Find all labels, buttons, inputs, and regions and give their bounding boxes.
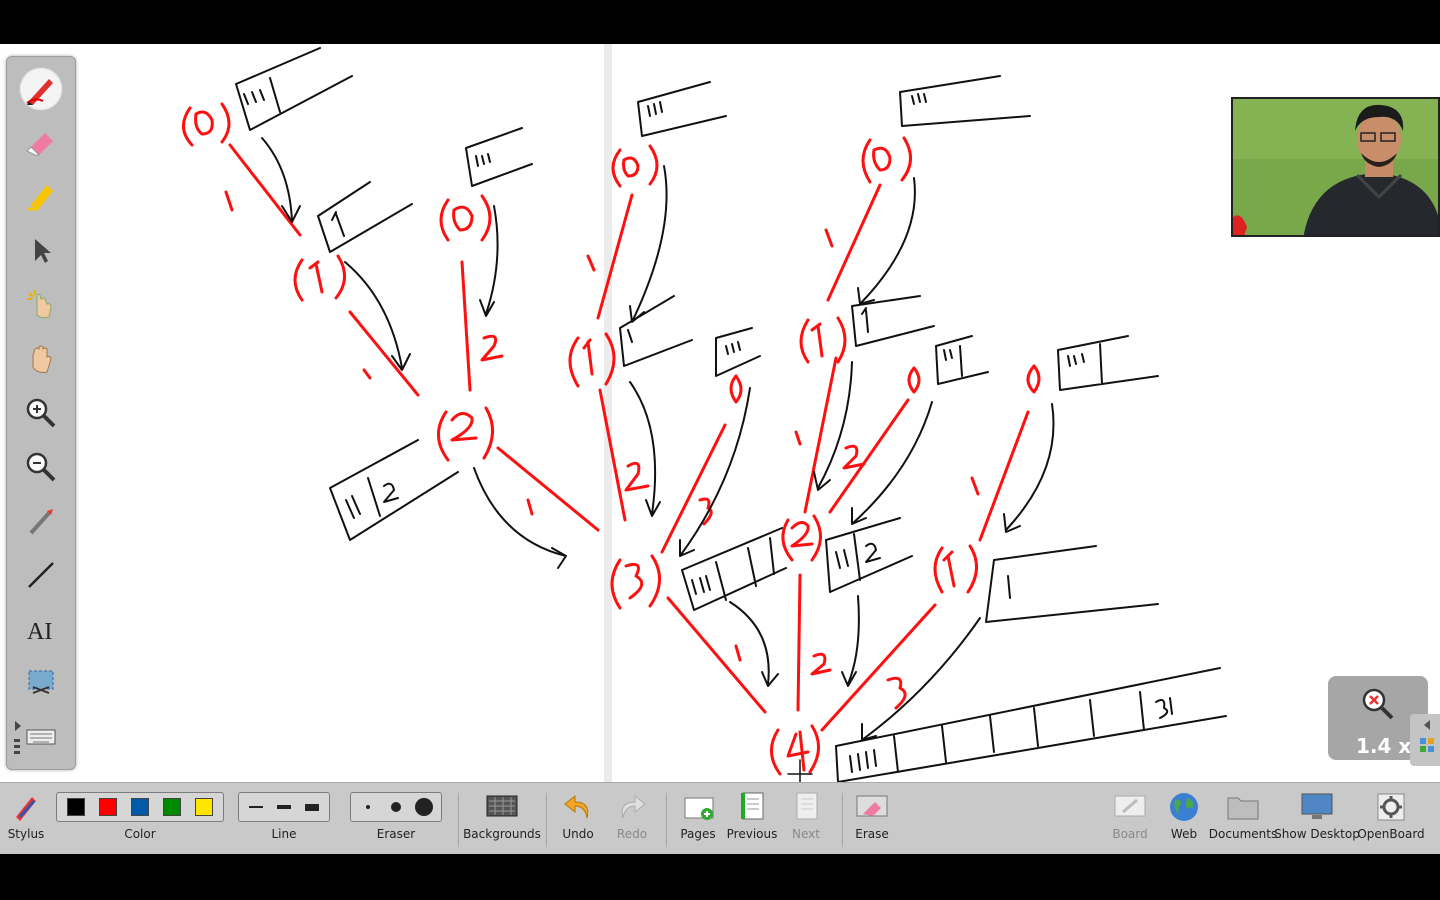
- stylus-button[interactable]: Stylus: [6, 787, 46, 849]
- color-swatch-4[interactable]: [163, 798, 181, 816]
- pen-icon: [26, 79, 53, 105]
- line-label: Line: [271, 827, 297, 841]
- stylus-icon: [16, 797, 36, 821]
- highlighter-tool[interactable]: [19, 175, 63, 219]
- pages-button[interactable]: Pages: [676, 787, 720, 849]
- selector-tool[interactable]: [19, 229, 63, 273]
- red-edge-labels: [224, 190, 980, 710]
- svg-text:AI: AI: [27, 619, 52, 645]
- line-tool[interactable]: [19, 553, 63, 597]
- zoom-level-text: 1.4 x: [1356, 734, 1412, 758]
- next-button[interactable]: Next: [786, 787, 826, 849]
- capture-icon: [28, 670, 54, 694]
- pan-tool[interactable]: [19, 337, 63, 381]
- undo-label: Undo: [562, 827, 594, 841]
- show-desktop-button[interactable]: Show Desktop: [1274, 787, 1360, 849]
- webcam-video: [1231, 97, 1440, 237]
- text-tool[interactable]: AI: [19, 607, 63, 651]
- eraser-small-button[interactable]: [354, 793, 382, 821]
- openboard-menu-button[interactable]: OpenBoard: [1357, 787, 1425, 849]
- eraser-label: Eraser: [376, 827, 416, 841]
- eraser-size-group: Eraser: [350, 787, 442, 849]
- zoom-in-tool[interactable]: [19, 391, 63, 435]
- line-width-options: [238, 792, 330, 822]
- text-icon: AI: [27, 619, 52, 645]
- pages-label: Pages: [680, 827, 716, 841]
- zoom-out-tool[interactable]: [19, 445, 63, 489]
- board-label: Board: [1112, 827, 1148, 841]
- top-black-bar: [0, 0, 1440, 44]
- documents-label: Documents: [1208, 827, 1278, 841]
- redo-label: Redo: [616, 827, 648, 841]
- line-icon: [28, 562, 54, 588]
- redo-button[interactable]: Redo: [612, 787, 652, 849]
- redo-icon: [621, 794, 646, 819]
- eraser-medium-button[interactable]: [382, 793, 410, 821]
- bottom-black-bar: [0, 854, 1440, 900]
- laser-tool[interactable]: [19, 499, 63, 543]
- globe-icon: [1170, 793, 1198, 821]
- openboard-label: OpenBoard: [1357, 827, 1425, 841]
- color-label: Color: [124, 827, 156, 841]
- previous-button[interactable]: Previous: [726, 787, 778, 849]
- erase-button[interactable]: Erase: [852, 787, 892, 849]
- color-swatch-3[interactable]: [131, 798, 149, 816]
- zoom-out-icon: [26, 452, 56, 482]
- arrow-pointer-icon: [35, 239, 51, 263]
- hand-icon: [32, 345, 52, 373]
- line-thin-button[interactable]: [242, 793, 270, 821]
- board-button[interactable]: Board: [1110, 787, 1150, 849]
- undo-icon: [564, 794, 589, 819]
- color-swatch-1[interactable]: [67, 798, 85, 816]
- backgrounds-icon: [486, 795, 518, 817]
- color-swatch-5[interactable]: [195, 798, 213, 816]
- highlighter-icon: [27, 185, 53, 211]
- cursor-crosshair: [787, 759, 813, 782]
- web-label: Web: [1170, 827, 1198, 841]
- next-label: Next: [792, 827, 820, 841]
- erase-icon: [856, 795, 888, 817]
- next-page-icon: [796, 792, 818, 820]
- stylus-label: Stylus: [7, 827, 45, 841]
- sidebar-collapse-handle[interactable]: [9, 717, 29, 765]
- ink-drawing: [182, 47, 1227, 782]
- zoom-in-icon: [26, 398, 56, 428]
- zoom-reset-icon[interactable]: [1358, 684, 1398, 724]
- erase-label: Erase: [855, 827, 889, 841]
- color-palette: [56, 792, 224, 822]
- eraser-large-button[interactable]: [410, 793, 438, 821]
- previous-page-icon: [741, 792, 764, 820]
- line-thick-button[interactable]: [298, 793, 326, 821]
- line-medium-button[interactable]: [270, 793, 298, 821]
- capture-tool[interactable]: [19, 661, 63, 705]
- gear-icon: [1377, 793, 1405, 821]
- previous-label: Previous: [726, 827, 778, 841]
- line-width-group: Line: [236, 787, 332, 849]
- web-button[interactable]: Web: [1166, 787, 1202, 849]
- red-nodes: [182, 102, 1041, 776]
- documents-button[interactable]: Documents: [1209, 787, 1277, 849]
- pages-icon: [684, 797, 714, 820]
- laser-pointer-icon: [29, 509, 53, 535]
- eraser-tool[interactable]: [19, 121, 63, 165]
- undo-button[interactable]: Undo: [558, 787, 598, 849]
- backgrounds-label: Backgrounds: [463, 827, 541, 841]
- folder-icon: [1227, 797, 1259, 820]
- interact-tool[interactable]: [19, 283, 63, 327]
- left-toolbar: AI: [6, 56, 76, 770]
- bottom-toolbar: Stylus Color Line Eraser Backgrounds Und…: [0, 782, 1440, 855]
- eraser-size-options: [350, 792, 442, 822]
- eraser-icon: [26, 133, 53, 156]
- color-group: Color: [56, 787, 224, 849]
- pen-tool[interactable]: [19, 67, 63, 111]
- color-swatch-2[interactable]: [99, 798, 117, 816]
- hand-click-icon: [27, 290, 52, 319]
- whiteboard-canvas[interactable]: [0, 44, 1440, 782]
- backgrounds-button[interactable]: Backgrounds: [463, 787, 541, 849]
- right-panel-handle[interactable]: [1410, 714, 1440, 766]
- board-icon: [1114, 795, 1146, 817]
- monitor-icon: [1301, 793, 1333, 819]
- show-desktop-label: Show Desktop: [1274, 827, 1360, 841]
- black-arrows: [261, 137, 1055, 741]
